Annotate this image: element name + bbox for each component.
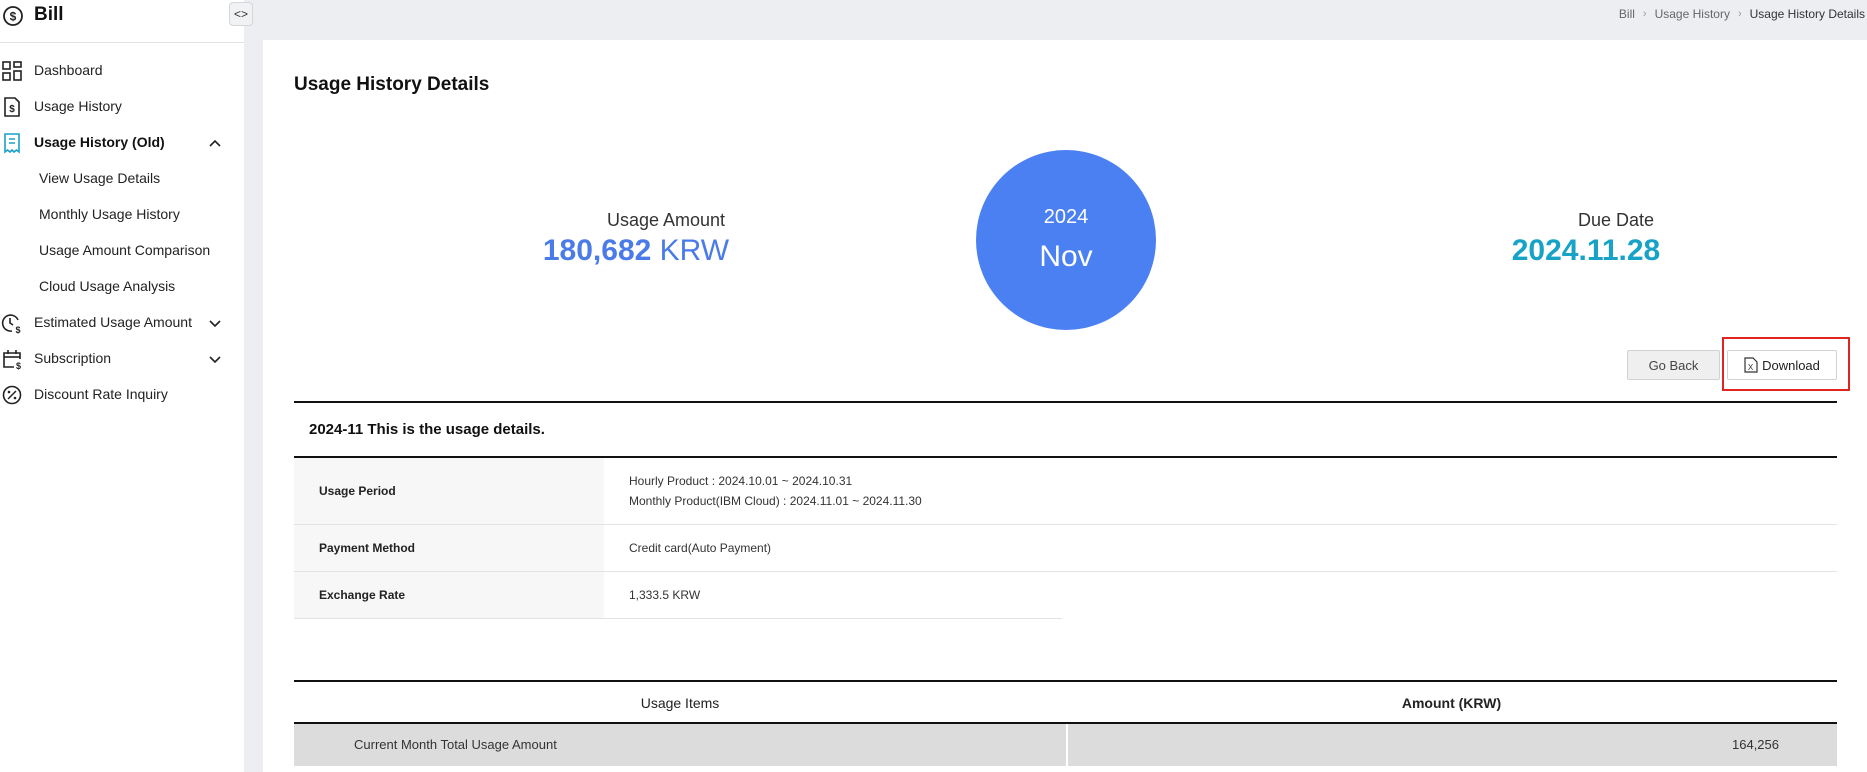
sidebar-item-estimated-usage-amount[interactable]: $ Estimated Usage Amount xyxy=(0,308,244,338)
sidebar-subitem-cloud-usage-analysis[interactable]: Cloud Usage Analysis xyxy=(39,278,175,294)
usage-amount-unit: KRW xyxy=(659,234,730,267)
sidebar-toggle-button[interactable]: <> xyxy=(229,2,253,26)
amount-column-header: Amount (KRW) xyxy=(1401,695,1502,711)
usage-period-label: Usage Period xyxy=(319,484,396,498)
svg-text:$: $ xyxy=(16,361,21,370)
chevron-up-icon xyxy=(209,139,221,147)
usage-amount-value: 180,682 KRW xyxy=(486,234,786,268)
sidebar: $ Bill <> Dashboard $ Usage History Usag… xyxy=(0,0,253,772)
divider xyxy=(1062,458,1837,525)
calendar-dollar-icon: $ xyxy=(3,350,21,370)
payment-method-label: Payment Method xyxy=(319,541,416,555)
sidebar-item-discount-rate-inquiry[interactable]: Discount Rate Inquiry xyxy=(0,380,244,410)
sidebar-item-label: Subscription xyxy=(34,350,112,366)
usage-period-monthly: Monthly Product(IBM Cloud) : 2024.11.01 … xyxy=(629,494,922,508)
sidebar-item-dashboard[interactable]: Dashboard xyxy=(0,56,244,86)
section-title: 2024-11 This is the usage details. xyxy=(309,421,545,438)
svg-text:$: $ xyxy=(9,104,15,115)
billing-year: 2024 xyxy=(1043,206,1089,228)
dashboard-grid-icon xyxy=(2,61,22,81)
usage-amount-label: Usage Amount xyxy=(606,210,726,230)
usage-info-table: Usage Period Hourly Product : 2024.10.01… xyxy=(294,458,1062,619)
download-highlight-box xyxy=(1722,337,1850,391)
sidebar-item-label: Usage History (Old) xyxy=(34,134,165,150)
chevron-down-icon xyxy=(209,356,221,364)
total-usage-value: 164,256 xyxy=(1732,737,1779,752)
app-title: Bill xyxy=(34,4,64,25)
due-date-value: 2024.11.28 xyxy=(1511,234,1661,267)
info-row-exchange-rate: Exchange Rate 1,333.5 KRW xyxy=(294,572,1062,619)
usage-items-header: Usage Items Amount (KRW) xyxy=(294,680,1837,724)
sidebar-subitem-usage-amount-comparison[interactable]: Usage Amount Comparison xyxy=(39,242,210,258)
svg-text:$: $ xyxy=(10,10,17,24)
chevron-down-icon xyxy=(209,320,221,328)
breadcrumb: Bill › Usage History › Usage History Det… xyxy=(1619,7,1865,21)
divider xyxy=(1062,525,1837,572)
sidebar-item-label: Dashboard xyxy=(34,62,103,78)
sidebar-item-usage-history[interactable]: $ Usage History xyxy=(0,92,244,122)
sidebar-subitem-monthly-usage-history[interactable]: Monthly Usage History xyxy=(39,206,180,222)
info-row-usage-period: Usage Period Hourly Product : 2024.10.01… xyxy=(294,458,1062,525)
billing-month: Nov xyxy=(1039,240,1093,273)
main-content: Usage History Details Usage Amount 180,6… xyxy=(263,40,1867,772)
column-divider xyxy=(1066,724,1068,766)
breadcrumb-item-usage-history[interactable]: Usage History xyxy=(1655,7,1730,21)
billing-month-circle: 2024 Nov xyxy=(976,150,1156,330)
clock-dollar-icon: $ xyxy=(1,314,21,334)
section-heading: 2024-11 This is the usage details. xyxy=(294,401,1837,458)
exchange-rate-label: Exchange Rate xyxy=(319,588,406,602)
page-title: Usage History Details xyxy=(294,74,490,95)
sidebar-subitem-view-usage-details[interactable]: View Usage Details xyxy=(39,170,160,186)
payment-method-value: Credit card(Auto Payment) xyxy=(629,541,772,555)
usage-period-hourly: Hourly Product : 2024.10.01 ~ 2024.10.31 xyxy=(629,474,853,488)
go-back-button[interactable]: Go Back xyxy=(1627,350,1720,380)
due-date-label: Due Date xyxy=(1577,210,1655,230)
receipt-icon xyxy=(4,133,20,154)
svg-text:$: $ xyxy=(15,325,20,334)
info-row-payment-method: Payment Method Credit card(Auto Payment) xyxy=(294,525,1062,572)
exchange-rate-value: 1,333.5 KRW xyxy=(629,588,701,602)
dollar-circle-icon: $ xyxy=(3,6,23,26)
table-row: Current Month Total Usage Amount 164,256 xyxy=(294,724,1837,766)
sidebar-header: $ Bill xyxy=(0,0,244,43)
sidebar-item-subscription[interactable]: $ Subscription xyxy=(0,344,244,374)
sidebar-item-label: Estimated Usage Amount xyxy=(34,314,192,330)
sidebar-item-usage-history-old[interactable]: Usage History (Old) xyxy=(0,128,244,158)
code-brackets-icon: <> xyxy=(233,7,248,21)
usage-items-column-header: Usage Items xyxy=(640,695,720,711)
total-usage-label: Current Month Total Usage Amount xyxy=(354,737,557,752)
breadcrumb-item-current: Usage History Details xyxy=(1749,7,1865,21)
usage-amount-number: 180,682 xyxy=(542,234,652,267)
sidebar-item-label: Usage History xyxy=(34,98,122,114)
chevron-right-icon: › xyxy=(1642,8,1647,20)
breadcrumb-item-bill[interactable]: Bill xyxy=(1619,7,1635,21)
percent-icon xyxy=(2,385,22,405)
invoice-dollar-icon: $ xyxy=(4,97,20,117)
chevron-right-icon: › xyxy=(1737,8,1742,20)
sidebar-item-label: Discount Rate Inquiry xyxy=(34,386,168,402)
